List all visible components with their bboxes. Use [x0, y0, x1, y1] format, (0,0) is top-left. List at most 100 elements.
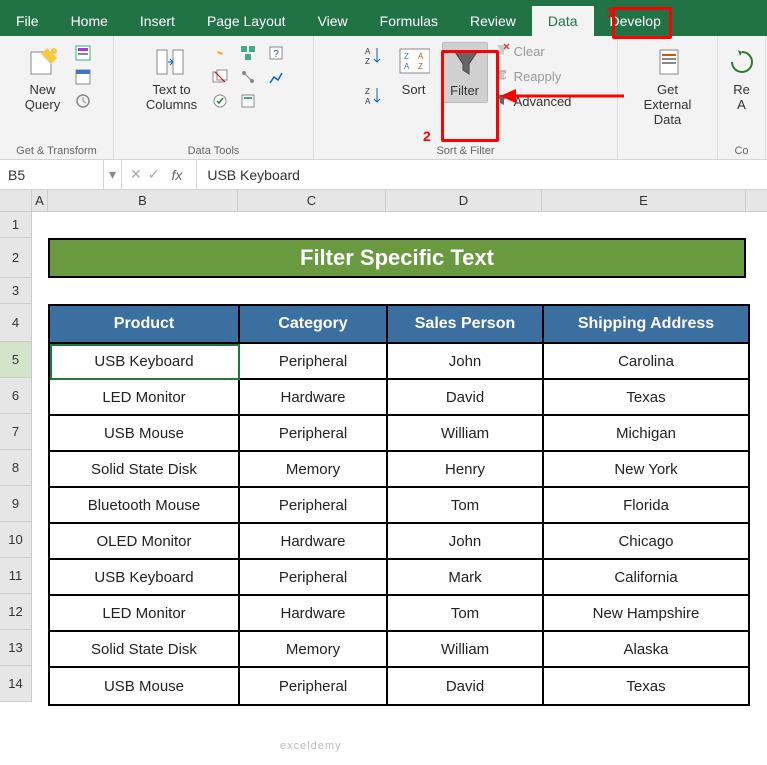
- table-cell[interactable]: David: [388, 668, 544, 704]
- table-cell[interactable]: Chicago: [544, 524, 748, 560]
- col-header-A[interactable]: A: [32, 190, 48, 211]
- formula-input[interactable]: USB Keyboard: [197, 160, 767, 189]
- table-cell[interactable]: New Hampshire: [544, 596, 748, 632]
- table-cell[interactable]: Hardware: [240, 524, 388, 560]
- table-cell[interactable]: LED Monitor: [50, 596, 240, 632]
- get-external-data-button[interactable]: Get External Data: [626, 42, 709, 131]
- filter-button[interactable]: Filter: [442, 42, 488, 103]
- row-header-6[interactable]: 6: [0, 378, 32, 414]
- worksheet-grid[interactable]: A B C D E 1234567891011121314 Filter Spe…: [0, 190, 767, 212]
- col-header-E[interactable]: E: [542, 190, 746, 211]
- table-cell[interactable]: Solid State Disk: [50, 632, 240, 668]
- table-cell[interactable]: Bluetooth Mouse: [50, 488, 240, 524]
- data-validation-button[interactable]: [209, 90, 231, 112]
- enter-icon[interactable]: ✓: [148, 166, 160, 183]
- advanced-filter-button[interactable]: Advanced: [494, 92, 572, 111]
- table-cell[interactable]: Hardware: [240, 380, 388, 416]
- tab-formulas[interactable]: Formulas: [364, 6, 454, 36]
- row-header-7[interactable]: 7: [0, 414, 32, 450]
- table-cell[interactable]: Peripheral: [240, 668, 388, 704]
- refresh-all-button[interactable]: Re A: [720, 42, 764, 116]
- table-cell[interactable]: Peripheral: [240, 416, 388, 452]
- row-header-5[interactable]: 5: [0, 342, 32, 378]
- table-cell[interactable]: William: [388, 416, 544, 452]
- row-header-8[interactable]: 8: [0, 450, 32, 486]
- table-cell[interactable]: Texas: [544, 380, 748, 416]
- tab-view[interactable]: View: [302, 6, 364, 36]
- table-header-cell[interactable]: Category: [240, 306, 388, 344]
- sort-asc-button[interactable]: AZ: [360, 42, 386, 68]
- table-cell[interactable]: USB Mouse: [50, 668, 240, 704]
- tab-review[interactable]: Review: [454, 6, 532, 36]
- select-all-corner[interactable]: [0, 190, 32, 211]
- table-cell[interactable]: David: [388, 380, 544, 416]
- table-cell[interactable]: New York: [544, 452, 748, 488]
- clear-filter-button[interactable]: Clear: [494, 42, 572, 61]
- col-header-B[interactable]: B: [48, 190, 238, 211]
- cancel-icon[interactable]: ✕: [130, 166, 142, 183]
- table-cell[interactable]: Solid State Disk: [50, 452, 240, 488]
- tab-data[interactable]: Data: [532, 6, 594, 36]
- manage-data-model-button[interactable]: [237, 90, 259, 112]
- table-cell[interactable]: California: [544, 560, 748, 596]
- table-cell[interactable]: John: [388, 344, 544, 380]
- col-header-C[interactable]: C: [238, 190, 386, 211]
- table-cell[interactable]: Texas: [544, 668, 748, 704]
- what-if-button[interactable]: ?: [265, 42, 287, 64]
- table-cell[interactable]: USB Keyboard: [50, 344, 240, 380]
- table-cell[interactable]: Mark: [388, 560, 544, 596]
- table-cell[interactable]: Tom: [388, 488, 544, 524]
- table-header-cell[interactable]: Product: [50, 306, 240, 344]
- name-box[interactable]: B5: [0, 160, 104, 189]
- table-cell[interactable]: Hardware: [240, 596, 388, 632]
- sort-desc-button[interactable]: ZA: [360, 82, 386, 108]
- table-cell[interactable]: Michigan: [544, 416, 748, 452]
- name-box-dropdown[interactable]: ▾: [104, 160, 122, 189]
- consolidate-button[interactable]: [237, 42, 259, 64]
- row-header-12[interactable]: 12: [0, 594, 32, 630]
- table-cell[interactable]: Peripheral: [240, 344, 388, 380]
- table-cell[interactable]: Tom: [388, 596, 544, 632]
- table-cell[interactable]: LED Monitor: [50, 380, 240, 416]
- row-header-14[interactable]: 14: [0, 666, 32, 702]
- tab-page-layout[interactable]: Page Layout: [191, 6, 302, 36]
- forecast-button[interactable]: [265, 66, 287, 88]
- text-to-columns-button[interactable]: Text to Columns: [140, 42, 203, 116]
- table-header-cell[interactable]: Shipping Address: [544, 306, 748, 344]
- table-cell[interactable]: Carolina: [544, 344, 748, 380]
- show-queries-button[interactable]: [72, 42, 94, 64]
- table-cell[interactable]: John: [388, 524, 544, 560]
- sort-button[interactable]: ZAAZ Sort: [392, 42, 436, 101]
- reapply-button[interactable]: Reapply: [494, 67, 572, 86]
- row-header-1[interactable]: 1: [0, 212, 32, 238]
- table-cell[interactable]: Alaska: [544, 632, 748, 668]
- table-cell[interactable]: Henry: [388, 452, 544, 488]
- new-query-button[interactable]: New Query: [19, 42, 66, 116]
- fx-icon[interactable]: fx: [165, 167, 188, 183]
- tab-file[interactable]: File: [0, 6, 55, 36]
- row-header-2[interactable]: 2: [0, 238, 32, 278]
- table-cell[interactable]: Florida: [544, 488, 748, 524]
- col-header-D[interactable]: D: [386, 190, 542, 211]
- row-header-13[interactable]: 13: [0, 630, 32, 666]
- flash-fill-button[interactable]: [209, 42, 231, 64]
- table-cell[interactable]: Peripheral: [240, 560, 388, 596]
- from-table-button[interactable]: [72, 66, 94, 88]
- remove-duplicates-button[interactable]: [209, 66, 231, 88]
- table-cell[interactable]: USB Mouse: [50, 416, 240, 452]
- tab-home[interactable]: Home: [55, 6, 124, 36]
- row-header-3[interactable]: 3: [0, 278, 32, 304]
- row-header-4[interactable]: 4: [0, 304, 32, 342]
- table-cell[interactable]: William: [388, 632, 544, 668]
- recent-sources-button[interactable]: [72, 90, 94, 112]
- table-cell[interactable]: OLED Monitor: [50, 524, 240, 560]
- tab-insert[interactable]: Insert: [124, 6, 191, 36]
- row-header-11[interactable]: 11: [0, 558, 32, 594]
- table-cell[interactable]: USB Keyboard: [50, 560, 240, 596]
- table-cell[interactable]: Peripheral: [240, 488, 388, 524]
- table-cell[interactable]: Memory: [240, 452, 388, 488]
- table-header-cell[interactable]: Sales Person: [388, 306, 544, 344]
- row-header-9[interactable]: 9: [0, 486, 32, 522]
- relationships-button[interactable]: [237, 66, 259, 88]
- table-cell[interactable]: Memory: [240, 632, 388, 668]
